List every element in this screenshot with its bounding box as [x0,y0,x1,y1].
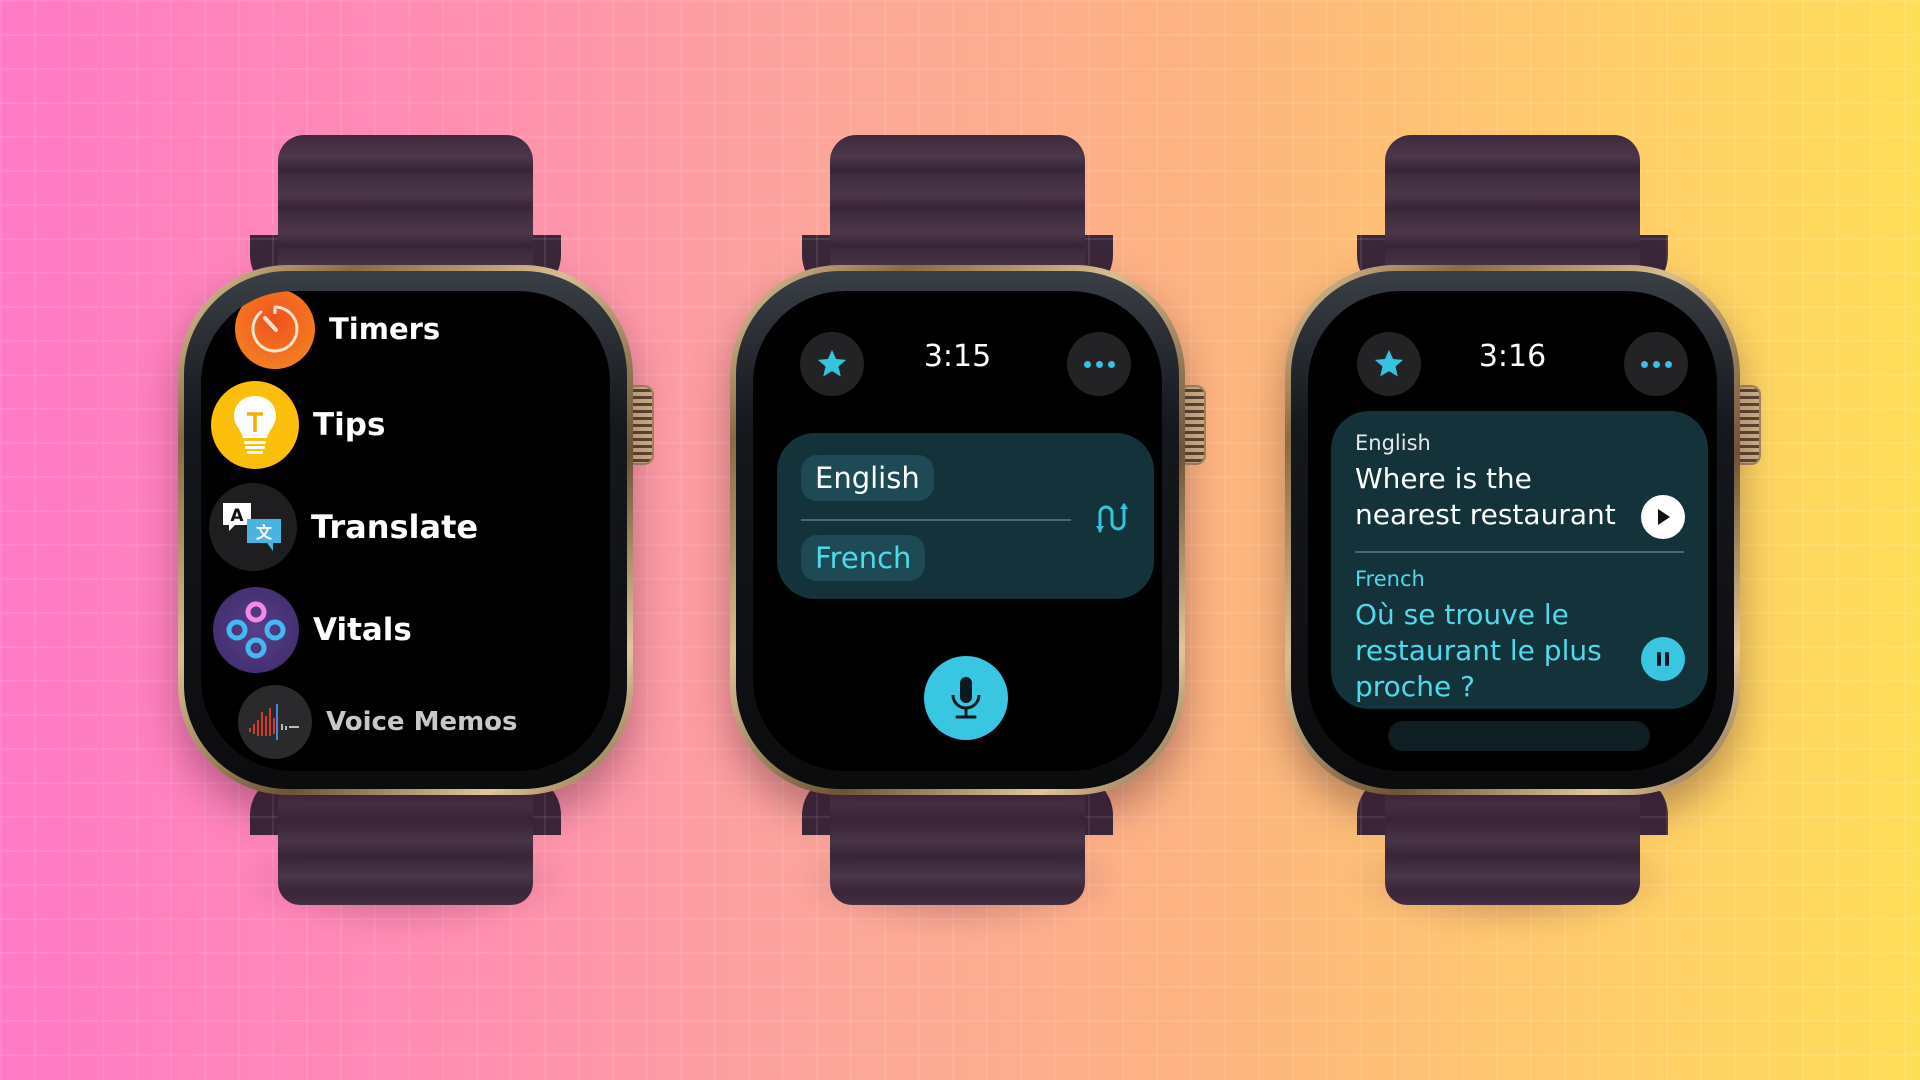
ellipsis-icon [1083,360,1115,368]
watch-band-top [250,135,561,295]
language-selector-card: English French [777,433,1154,599]
app-label: Vitals [313,612,412,648]
lightbulb-icon [211,381,299,469]
watch-bezel: Timers Tips A文 Translate Vitals Voice Me… [184,271,627,789]
app-label: Translate [311,508,479,546]
favorite-button[interactable] [800,332,864,396]
app-label: Timers [329,312,441,346]
ellipsis-icon [1640,360,1672,368]
target-text: Où se trouve le restaurant le plus proch… [1355,598,1602,703]
source-language-label: English [1355,431,1431,455]
watch-band-bottom [1357,775,1668,905]
waveform-icon [238,685,312,759]
watch-case: Timers Tips A文 Translate Vitals Voice Me… [178,265,633,795]
play-button[interactable] [1641,495,1685,539]
swap-icon [1096,503,1128,533]
svg-text:文: 文 [256,523,273,542]
more-button[interactable] [1067,332,1131,396]
watch-band-top [802,135,1113,295]
target-language-label: French [1355,567,1425,591]
next-card-peek [1388,721,1650,751]
watch-band-bottom [250,775,561,905]
source-language-chip[interactable]: English [801,455,934,501]
app-label: Voice Memos [326,707,518,737]
source-text: Where is the nearest restaurant [1355,462,1616,531]
target-language-chip[interactable]: French [801,535,926,581]
swap-languages-button[interactable] [1093,501,1129,539]
app-item-voice-memos[interactable]: Voice Memos [238,685,518,759]
vitals-icon [213,587,299,673]
watch-band-top [1357,135,1668,295]
app-item-vitals[interactable]: Vitals [213,587,412,673]
more-button[interactable] [1624,332,1688,396]
watch-case: 3:16 English Where is the nearest restau… [1285,265,1740,795]
watch-translate-home: 3:15 English French [730,135,1206,935]
star-icon [817,349,847,377]
watch-bezel: 3:15 English French [736,271,1179,789]
watch-screen: 3:15 English French [753,291,1162,771]
watch-app-list: Timers Tips A文 Translate Vitals Voice Me… [178,135,654,935]
app-item-translate[interactable]: A文 Translate [209,483,478,571]
translate-icon: A文 [209,483,297,571]
star-icon [1374,349,1404,377]
svg-text:A: A [230,506,244,526]
favorite-button[interactable] [1357,332,1421,396]
app-label: Tips [313,407,386,443]
translation-divider [1355,551,1684,553]
watch-screen: 3:16 English Where is the nearest restau… [1308,291,1717,771]
watch-translate-result: 3:16 English Where is the nearest restau… [1285,135,1761,935]
watch-case: 3:15 English French [730,265,1185,795]
microphone-icon [951,677,981,719]
pause-button[interactable] [1641,637,1685,681]
watch-band-bottom [802,775,1113,905]
watch-bezel: 3:16 English Where is the nearest restau… [1291,271,1734,789]
app-item-timers[interactable]: Timers [235,291,440,369]
timer-icon [235,291,315,369]
microphone-button[interactable] [924,656,1008,740]
translation-card: English Where is the nearest restaurant … [1331,411,1708,709]
pause-icon [1657,652,1669,666]
language-divider [801,519,1071,521]
watch-screen: Timers Tips A文 Translate Vitals Voice Me… [201,291,610,771]
app-item-tips[interactable]: Tips [211,381,385,469]
play-icon [1658,509,1670,525]
